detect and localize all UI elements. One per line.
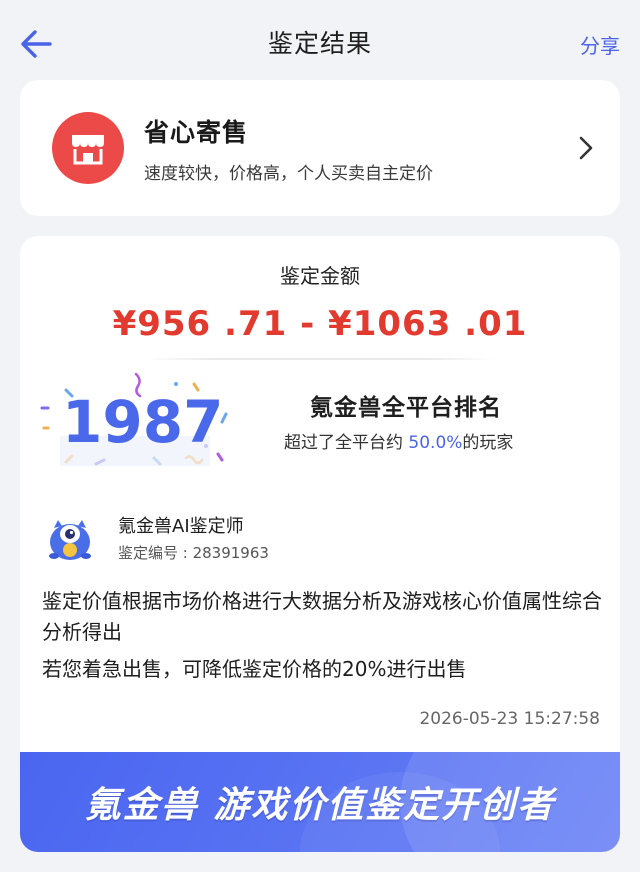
- back-button[interactable]: [14, 22, 58, 66]
- top-bar: 鉴定结果 分享: [0, 0, 640, 84]
- chevron-right-icon: [574, 132, 598, 164]
- consign-title: 省心寄售: [144, 117, 249, 147]
- amount-label: 鉴定金额: [280, 264, 360, 288]
- appraisal-description: 鉴定价值根据市场价格进行大数据分析及游戏核心价值属性综合分析得出 若您着急出售，…: [42, 586, 602, 685]
- consign-card[interactable]: 省心寄售 速度较快，价格高，个人买卖自主定价: [20, 80, 620, 216]
- divider: [144, 358, 496, 360]
- consign-subtitle: 速度较快，价格高，个人买卖自主定价: [144, 163, 433, 184]
- appraisal-id: 鉴定编号 : 28391963: [118, 544, 269, 562]
- description-line: 鉴定价值根据市场价格进行大数据分析及游戏核心价值属性综合分析得出: [42, 589, 602, 644]
- page-title: 鉴定结果: [267, 29, 372, 58]
- banner-text: 氪金兽 游戏价值鉴定开创者: [84, 785, 556, 826]
- timestamp: 2026-05-23 15:27:58: [419, 709, 600, 729]
- rank-title: 氪金兽全平台排名: [310, 395, 502, 421]
- share-button[interactable]: 分享: [580, 30, 620, 59]
- appraiser-avatar: [49, 520, 91, 560]
- rank-description: 超过了全平台约 50.0%的玩家: [284, 428, 513, 453]
- shop-icon: [52, 112, 124, 184]
- description-line: 若您着急出售，可降低鉴定价格的20%进行出售: [42, 657, 467, 681]
- rank-percent: 50.0%: [408, 433, 463, 453]
- rank-desc-suffix: 的玩家: [462, 433, 514, 453]
- result-card: 鉴定金额 ¥956 .71 - ¥1063 .01 1987 氪金兽全平台排名 …: [20, 236, 620, 852]
- rank-number: 1987: [62, 388, 224, 456]
- appraiser-name: 氪金兽AI鉴定师: [118, 516, 244, 537]
- amount-range: ¥956 .71 - ¥1063 .01: [112, 304, 528, 344]
- rank-desc-prefix: 超过了全平台约: [284, 433, 409, 453]
- brand-banner: 氪金兽 游戏价值鉴定开创者: [20, 752, 620, 852]
- arrow-left-icon: [21, 30, 52, 58]
